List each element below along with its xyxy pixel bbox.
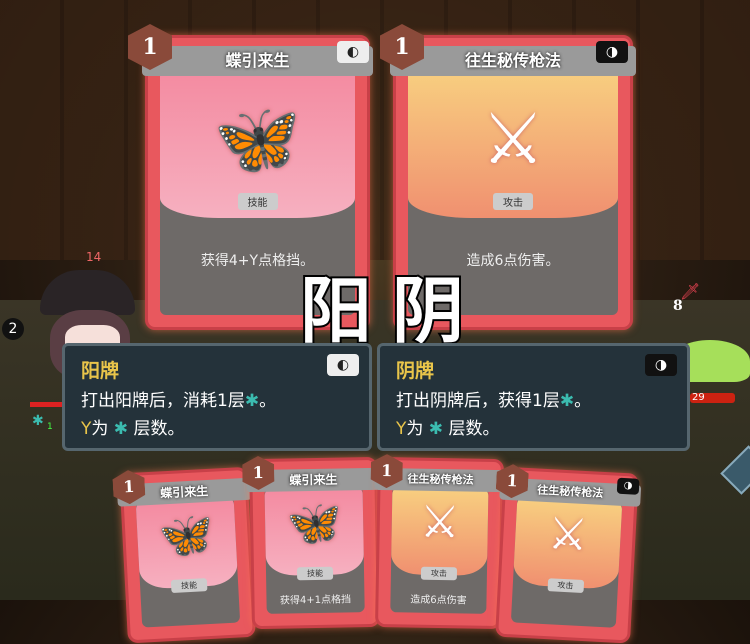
- bug-icon: ✱: [428, 419, 444, 439]
- butterfly-icon: 🦋: [286, 497, 343, 550]
- enemy-intent-attack-icon: 🗡: [680, 282, 701, 301]
- hand-card[interactable]: ⚔ 往生秘传枪法 攻击 ◑ 1: [495, 467, 642, 644]
- tooltip-yin: ◑ 阴牌 打出阴牌后，获得1层✱。 Y为 ✱ 层数。: [377, 343, 690, 451]
- yin-icon: ◑: [645, 354, 677, 376]
- enemy-hp-bar: 29: [690, 393, 735, 403]
- bug-icon: ✱: [244, 391, 260, 411]
- background-wall: [0, 0, 750, 260]
- hand-card[interactable]: 🦋 蝶引来生 技能 1: [119, 466, 256, 644]
- tooltip-text: 。: [574, 391, 592, 411]
- bug-icon: ✱: [559, 391, 575, 411]
- y-variable: Y: [81, 419, 92, 439]
- card-art: ⚔: [390, 486, 489, 576]
- bug-icon: ✱: [113, 419, 129, 439]
- card-type: 技能: [296, 566, 334, 581]
- yang-label: 阳: [298, 266, 374, 355]
- card-art: 🦋: [264, 486, 365, 576]
- tooltip-title: 阳牌: [81, 360, 120, 382]
- card-type: 攻击: [493, 193, 533, 210]
- tooltip-text: 打出阳牌后，消耗1层: [81, 391, 245, 411]
- hand-card[interactable]: ⚔ 往生秘传枪法 攻击 造成6点伤害 1: [375, 457, 507, 630]
- card-desc: 获得4+1点格挡: [279, 594, 352, 607]
- player-block-badge: 2: [2, 318, 24, 340]
- tooltip-text: 。: [259, 391, 277, 411]
- yin-icon: ◑: [596, 41, 628, 63]
- tooltip-text: 层数。: [133, 419, 185, 439]
- butterfly-icon: 🦋: [213, 98, 302, 180]
- tooltip-text: 为: [406, 419, 424, 439]
- card-type: 攻击: [547, 578, 584, 594]
- power-count: 1: [47, 422, 53, 432]
- yang-icon: ◐: [337, 41, 369, 63]
- spear-icon: ⚔: [481, 98, 545, 180]
- hand-card[interactable]: 🦋 蝶引来生 技能 获得4+1点格挡 1: [249, 457, 381, 630]
- card-type: 攻击: [420, 566, 458, 581]
- tooltip-yang: ◐ 阳牌 打出阳牌后，消耗1层✱。 Y为 ✱ 层数。: [62, 343, 372, 451]
- card-art: ⚔: [512, 496, 623, 590]
- y-variable: Y: [396, 419, 407, 439]
- spear-icon: ⚔: [419, 496, 461, 549]
- butterfly-icon: 🦋: [157, 508, 216, 563]
- card-desc: 造成6点伤害: [410, 594, 467, 607]
- enemy-hp: 29: [692, 392, 705, 403]
- enemy-intent-damage: 8: [673, 298, 683, 314]
- player-buff-count: 14: [86, 250, 102, 264]
- card-art: 🦋: [135, 496, 239, 590]
- spear-icon: ⚔: [546, 508, 590, 562]
- yin-label: 阴: [390, 266, 466, 355]
- card-type: 技能: [237, 193, 278, 210]
- tooltip-title: 阴牌: [396, 360, 435, 382]
- power-bug-icon[interactable]: ✱: [32, 413, 44, 429]
- yin-icon: ◑: [616, 477, 640, 495]
- tooltip-text: 为: [91, 419, 109, 439]
- tooltip-text: 层数。: [448, 419, 500, 439]
- card-type: 技能: [170, 578, 208, 594]
- player-block-value: 2: [8, 321, 18, 337]
- player-hp-bar: [30, 402, 65, 407]
- yang-icon: ◐: [327, 354, 359, 376]
- tooltip-text: 打出阴牌后，获得1层: [396, 391, 560, 411]
